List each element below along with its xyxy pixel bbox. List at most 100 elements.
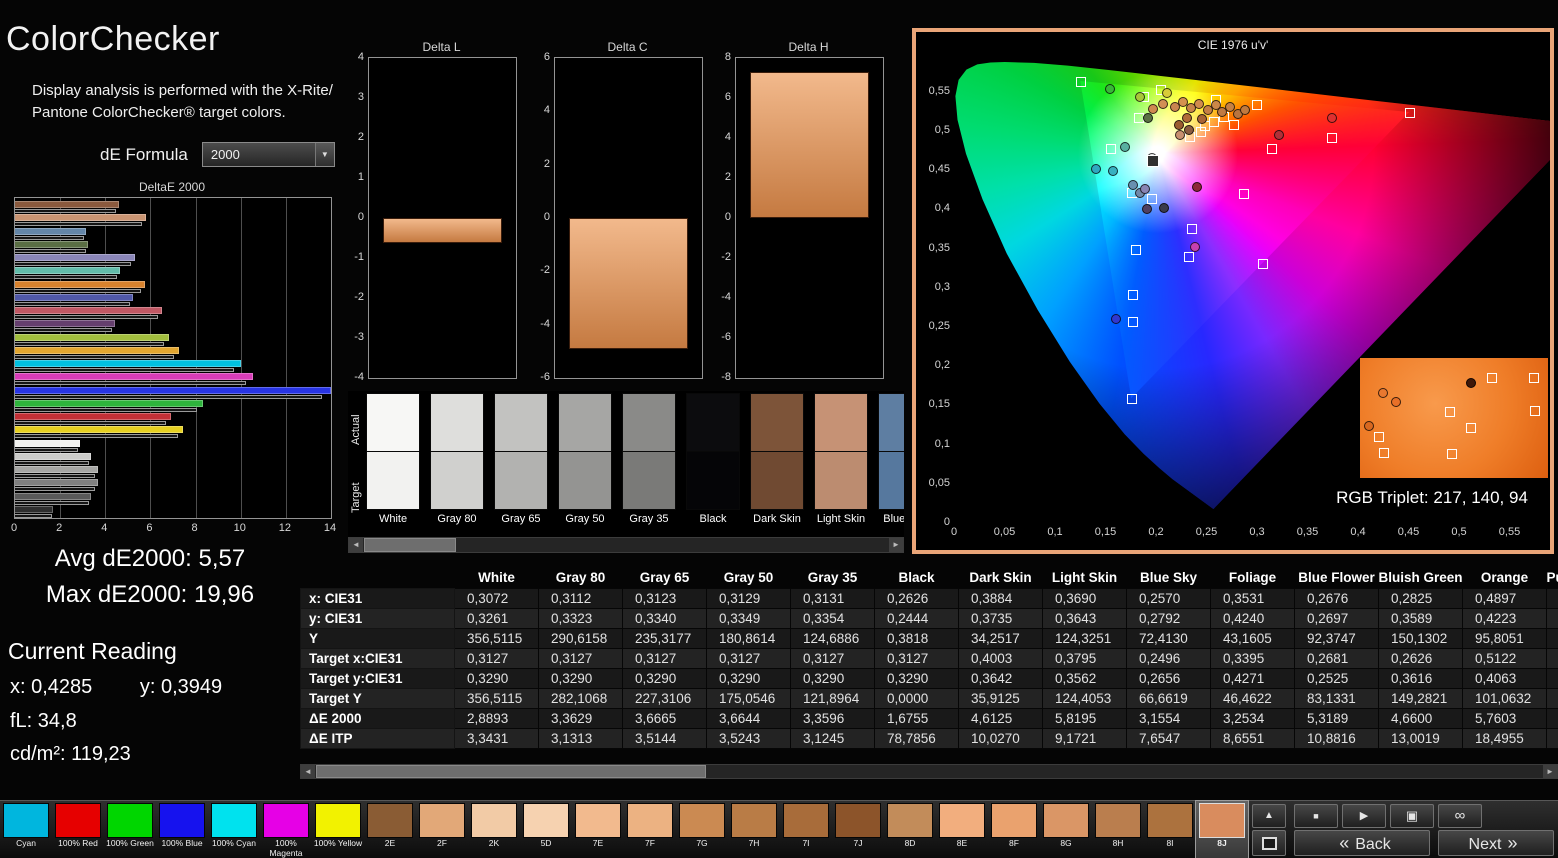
target-swatch [814,452,868,510]
cie-y-tick-label: 0,15 [928,398,950,411]
table-scrollbar[interactable]: ◄ ► [300,764,1558,779]
rgb-triplet-label: RGB Triplet: 217, 140, 94 [1336,488,1528,507]
table-cell: 0,4063 [1462,668,1547,689]
delta-y-tick-label: 2 [543,157,550,170]
patch-100-yellow[interactable]: 100% Yellow [312,801,364,858]
table-cell: 0,3290 [790,668,875,689]
patch-2k[interactable]: 2K [468,801,520,858]
patch-100-magenta[interactable]: 100% Magenta [260,801,312,858]
swatch-label: Blue Sky [883,513,904,525]
target-marker [1258,259,1269,270]
patch-label: 8I [1166,838,1174,848]
table-cell: 3,5243 [706,728,791,749]
delta-y-tick-label: 6 [724,91,731,103]
actual-swatch [878,393,904,452]
scroll-left-icon[interactable]: ◄ [349,538,363,552]
deltae-target-bar [15,341,165,346]
single-measure-button[interactable]: ▣ [1390,804,1434,828]
delta-y-tick-label: -4 [354,371,364,383]
de-formula-dropdown[interactable]: 2000 ▼ [201,142,335,167]
patch-7i[interactable]: 7I [780,801,832,858]
next-button[interactable]: Next » [1438,830,1554,856]
deltae-target-bar [15,354,175,359]
table-cell: 180,8614 [706,628,791,649]
display-window-button[interactable] [1252,830,1286,856]
patch-8d[interactable]: 8D [884,801,936,858]
patch-7e[interactable]: 7E [572,801,624,858]
actual-swatch [622,393,676,452]
back-button[interactable]: « Back [1294,830,1430,856]
play-button[interactable]: ▶ [1342,804,1386,828]
row-label: Target y:CIE31 [300,668,455,689]
patch-100-green[interactable]: 100% Green [104,801,156,858]
patch-7f[interactable]: 7F [624,801,676,858]
table-scrollbar-thumb[interactable] [316,765,706,778]
column-header: Gray 80 [538,566,623,589]
up-arrow-icon: ▲ [1264,810,1274,821]
deltae-target-bar [15,235,85,240]
target-marker [1187,224,1198,235]
swatch-scrollbar-thumb[interactable] [364,538,456,552]
stop-button[interactable]: ■ [1294,804,1338,828]
actual-swatch [750,393,804,452]
patch-2f[interactable]: 2F [416,801,468,858]
description-line-1: Display analysis is performed with the X… [32,82,333,99]
cie-x-tick-label: 0,2 [1148,526,1164,538]
delta-y-tick-label: 0 [724,211,731,223]
patch-swatch [523,803,569,838]
patch-label: 2K [488,838,500,848]
patch-8h[interactable]: 8H [1092,801,1144,858]
delta-bar [750,71,869,218]
patch-8f[interactable]: 8F [988,801,1040,858]
patch-swatch [835,803,881,838]
patch-100-cyan[interactable]: 100% Cyan [208,801,260,858]
scroll-left-icon[interactable]: ◄ [301,765,315,778]
patch-label: 8H [1112,838,1124,848]
delta-c-chart: Delta C 6 4 2 0 -2 -4 -6 [528,40,704,383]
patch-8j[interactable]: 8J [1195,800,1249,858]
patch-cyan[interactable]: Cyan [0,801,52,858]
table-cell: 41,3622 [1546,728,1558,749]
patch-7g[interactable]: 7G [676,801,728,858]
column-header: Purplish Blue [1546,566,1558,589]
patch-2e[interactable]: 2E [364,801,416,858]
cie-x-tick-label: 0,35 [1296,526,1319,538]
cie-inner: CIE 1976 u'v' RGB Triplet: 217, 140, 94 … [916,32,1550,550]
swatch-scrollbar[interactable]: ◄ ► [348,537,904,553]
scroll-right-icon[interactable]: ► [1543,765,1557,778]
patch-swatch [419,803,465,838]
patch-7h[interactable]: 7H [728,801,780,858]
target-swatch [622,452,676,510]
patch-8e[interactable]: 8E [936,801,988,858]
patch-label: 7I [802,838,810,848]
table-row: ΔE 2000 2,8893 3,3629 3,6665 3,6644 3,3596 1,6… [300,708,1558,729]
deltae-bar [15,280,146,288]
patch-8i[interactable]: 8I [1144,801,1196,858]
de-formula-value: 2000 [210,147,240,162]
actual-swatch [366,393,420,452]
measured-marker [1158,98,1169,109]
table-cell: 0,3395 [1210,648,1295,669]
patch-scroll-up-button[interactable]: ▲ [1252,804,1286,828]
continuous-measure-button[interactable]: ∞ [1438,804,1482,828]
inset-target-marker [1529,405,1540,416]
patch-8g[interactable]: 8G [1040,801,1092,858]
table-cell: 0,3589 [1378,608,1463,629]
patch-100-blue[interactable]: 100% Blue [156,801,208,858]
measured-marker [1162,87,1173,98]
patch-100-red[interactable]: 100% Red [52,801,104,858]
scroll-right-icon[interactable]: ► [889,538,903,552]
actual-swatch [494,393,548,452]
table-cell: 0,3643 [1042,608,1127,629]
deltae-target-bar [15,288,142,293]
table-cell: 0,2626 [1378,648,1463,669]
patch-5d[interactable]: 5D [520,801,572,858]
patch-7j[interactable]: 7J [832,801,884,858]
column-header: Gray 50 [706,566,791,589]
patch-label: 100% Red [58,838,98,848]
swatch-column: Blue Sky [878,393,904,525]
table-cell: 0,4897 [1462,588,1547,609]
deltae-target-bar [15,434,178,439]
cie-x-tick-label: 0,45 [1397,526,1420,538]
cie-inset-zoom [1360,358,1548,478]
